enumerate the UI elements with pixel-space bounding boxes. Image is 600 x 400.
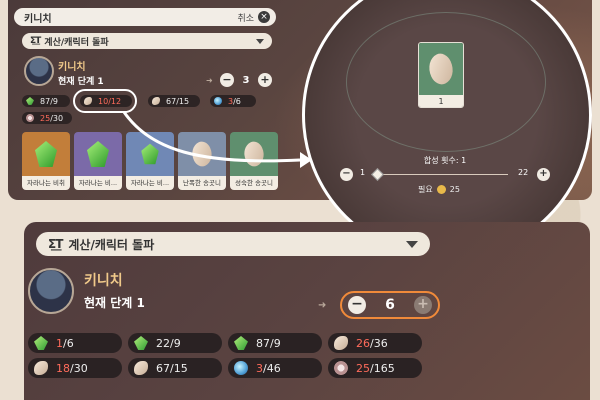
synthesis-item-card: 1	[418, 42, 464, 108]
synth-decrement-button[interactable]: −	[340, 168, 353, 181]
target-stage-stepper[interactable]: − 3 +	[220, 72, 272, 88]
chevron-down-icon	[406, 240, 418, 248]
green-gem-icon	[26, 97, 34, 105]
current-stage: 현재 단계 1	[84, 296, 145, 310]
orb-icon	[234, 361, 248, 375]
tooth-icon	[152, 97, 160, 105]
green-gem-icon	[34, 336, 48, 350]
mora-coin-icon	[436, 185, 446, 194]
tooth-icon	[334, 336, 348, 350]
arrow-right-icon: ➜	[318, 300, 327, 311]
material-chip: 22/9	[128, 333, 222, 353]
category-dropdown[interactable]: Σ͟T 계산/캐릭터 돌파	[36, 232, 430, 256]
synth-increment-button[interactable]: +	[537, 168, 550, 181]
category-dropdown[interactable]: Σ͟T 계산/캐릭터 돌파	[22, 33, 272, 49]
chevron-down-icon	[256, 38, 264, 44]
material-chip: 3/46	[228, 358, 322, 378]
material-card[interactable]: 자라나는 비취	[22, 132, 70, 190]
material-chip: 26/36	[328, 333, 422, 353]
synthesis-slider[interactable]	[378, 174, 508, 175]
tooth-icon	[34, 361, 48, 375]
material-chip: 67/15	[148, 95, 200, 107]
clear-icon[interactable]: ×	[258, 11, 270, 23]
green-gem-icon	[141, 143, 159, 165]
dropdown-label: 계산/캐릭터 돌파	[68, 237, 155, 252]
material-card[interactable]: 자라나는 비...	[74, 132, 122, 190]
dropdown-label: 계산/캐릭터 돌파	[44, 37, 109, 48]
stepper-value: 6	[385, 297, 395, 313]
material-chip: 3/6	[210, 95, 256, 107]
calculator-icon: Σ͟T	[48, 237, 63, 251]
green-gem-icon	[87, 141, 109, 167]
material-chip: 87/9	[22, 95, 70, 107]
flower-icon	[26, 114, 34, 122]
material-chip: 25/30	[22, 112, 72, 124]
green-gem-icon	[35, 141, 57, 167]
orb-icon	[214, 97, 222, 105]
material-chip: 18/30	[28, 358, 122, 378]
character-name: 키니치	[84, 273, 123, 289]
arrow-right-icon: ➜	[206, 76, 213, 85]
stepper-value: 3	[242, 74, 250, 86]
material-card[interactable]: 성숙한 송곳니	[230, 132, 278, 190]
material-card[interactable]: 난폭한 송곳니	[178, 132, 226, 190]
cancel-button[interactable]: 취소	[237, 11, 254, 24]
green-gem-icon	[234, 336, 248, 350]
avatar	[28, 268, 74, 314]
green-gem-icon	[134, 336, 148, 350]
material-chip: 1/6	[28, 333, 122, 353]
character-name: 키니치	[58, 62, 86, 73]
material-card[interactable]: 자라나는 비...	[126, 132, 174, 190]
tooth-icon	[423, 50, 459, 88]
decrement-button[interactable]: −	[348, 296, 366, 314]
calculator-icon: Σ͟T	[30, 36, 41, 46]
synthesis-count: 합성 횟수: 1	[423, 156, 467, 165]
slider-max: 22	[518, 168, 529, 177]
tooth-icon	[239, 138, 269, 170]
target-stage-stepper[interactable]: − 6 +	[340, 291, 440, 319]
material-chip: 67/15	[128, 358, 222, 378]
tooth-icon	[187, 138, 217, 170]
increment-button[interactable]: +	[258, 73, 272, 87]
highlight-oval	[73, 89, 137, 113]
material-chip: 87/9	[228, 333, 322, 353]
increment-button[interactable]: +	[414, 296, 432, 314]
decrement-button[interactable]: −	[220, 73, 234, 87]
flower-icon	[334, 361, 348, 375]
search-input[interactable]: 키니치	[24, 10, 237, 25]
current-stage: 현재 단계 1	[58, 77, 104, 87]
avatar	[24, 56, 54, 86]
cost-display: 필요 25	[418, 185, 460, 194]
slider-min: 1	[360, 168, 366, 177]
material-chip: 25/165	[328, 358, 422, 378]
tooth-icon	[134, 361, 148, 375]
search-bar[interactable]: 키니치 취소 ×	[14, 8, 276, 26]
